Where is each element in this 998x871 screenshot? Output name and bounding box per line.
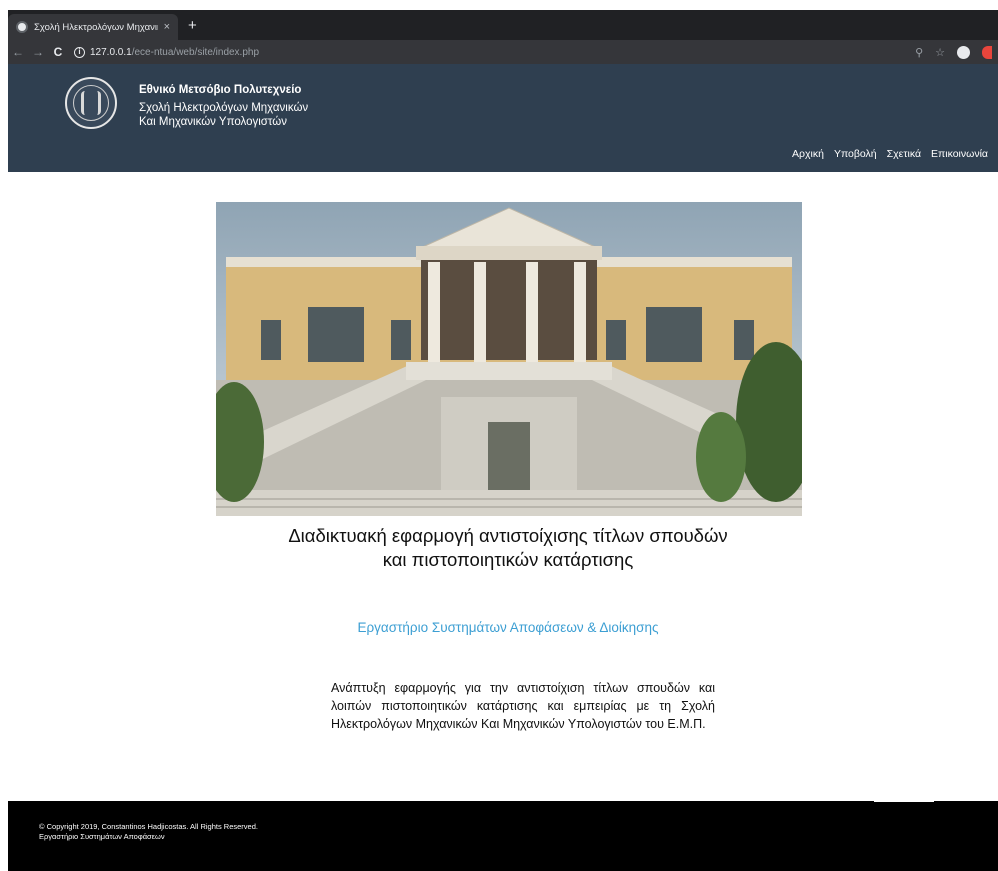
lab-title: Εργαστήριο Συστημάτων Αποφάσεων & Διοίκη… [357, 620, 659, 635]
nav-submit[interactable]: Υποβολή [834, 148, 877, 160]
nav-about[interactable]: Σχετικά [887, 148, 921, 160]
info-icon[interactable]: i [74, 46, 85, 58]
site-footer: © Copyright 2019, Constantinos Hadjicost… [8, 801, 998, 871]
page-headline: Διαδικτυακή εφαρμογή αντιστοίχισης τίτλω… [0, 524, 998, 572]
browser-tabbar: Σχολή Ηλεκτρολόγων Μηχανικ × + [0, 0, 998, 40]
main-nav: Αρχική Υποβολή Σχετικά Επικοινωνία [792, 148, 988, 160]
site-header: Εθνικό Μετσόβιο Πολυτεχνείο Σχολή Ηλεκτρ… [8, 64, 998, 172]
logo-figure [81, 91, 101, 115]
browser-toolbar: ← → C i 127.0.0.1 /ece-ntua/web/site/ind… [8, 40, 998, 64]
description-text: Ανάπτυξη εφαρμογής για την αντιστοίχιση … [331, 681, 715, 731]
headline-line2: και πιστοποιητικών κατάρτισης [382, 549, 634, 570]
back-icon[interactable]: ← [8, 45, 28, 59]
close-icon[interactable]: × [164, 21, 170, 33]
footer-divider [874, 801, 934, 802]
star-icon[interactable]: ☆ [935, 46, 945, 59]
footer-text: © Copyright 2019, Constantinos Hadjicost… [39, 822, 258, 842]
nav-contact[interactable]: Επικοινωνία [931, 148, 988, 160]
school-name-line1: Σχολή Ηλεκτρολόγων Μηχανικών [139, 102, 309, 114]
toolbar-icons: ⚲ ☆ [915, 45, 998, 59]
footer-lab-name: Εργαστήριο Συστημάτων Αποφάσεων [39, 832, 165, 841]
url-path: /ece-ntua/web/site/index.php [131, 46, 260, 58]
forward-icon[interactable]: → [28, 45, 48, 59]
extension-icon[interactable] [982, 45, 992, 59]
profile-icon[interactable] [957, 45, 970, 59]
address-bar[interactable]: i 127.0.0.1 /ece-ntua/web/site/index.php [74, 42, 915, 62]
building-illustration [216, 202, 802, 516]
brand-block: Εθνικό Μετσόβιο Πολυτεχνείο Σχολή Ηλεκτρ… [139, 84, 308, 129]
browser-tab[interactable]: Σχολή Ηλεκτρολόγων Μηχανικ × [8, 14, 178, 40]
ntua-logo[interactable] [65, 77, 117, 129]
zoom-icon[interactable]: ⚲ [915, 46, 923, 59]
nav-home[interactable]: Αρχική [792, 148, 824, 160]
tab-title: Σχολή Ηλεκτρολόγων Μηχανικ [34, 21, 158, 33]
headline-line1: Διαδικτυακή εφαρμογή αντιστοίχισης τίτλω… [288, 525, 728, 546]
hero-image [216, 202, 802, 516]
new-tab-button[interactable]: + [188, 17, 197, 35]
reload-icon[interactable]: C [48, 45, 68, 59]
url-host: 127.0.0.1 [90, 46, 132, 58]
university-name: Εθνικό Μετσόβιο Πολυτεχνείο [139, 84, 302, 96]
school-name-line2: Και Μηχανικών Υπολογιστών [139, 116, 288, 128]
tab-favicon-icon [16, 21, 28, 33]
copyright-text: © Copyright 2019, Constantinos Hadjicost… [39, 822, 258, 831]
